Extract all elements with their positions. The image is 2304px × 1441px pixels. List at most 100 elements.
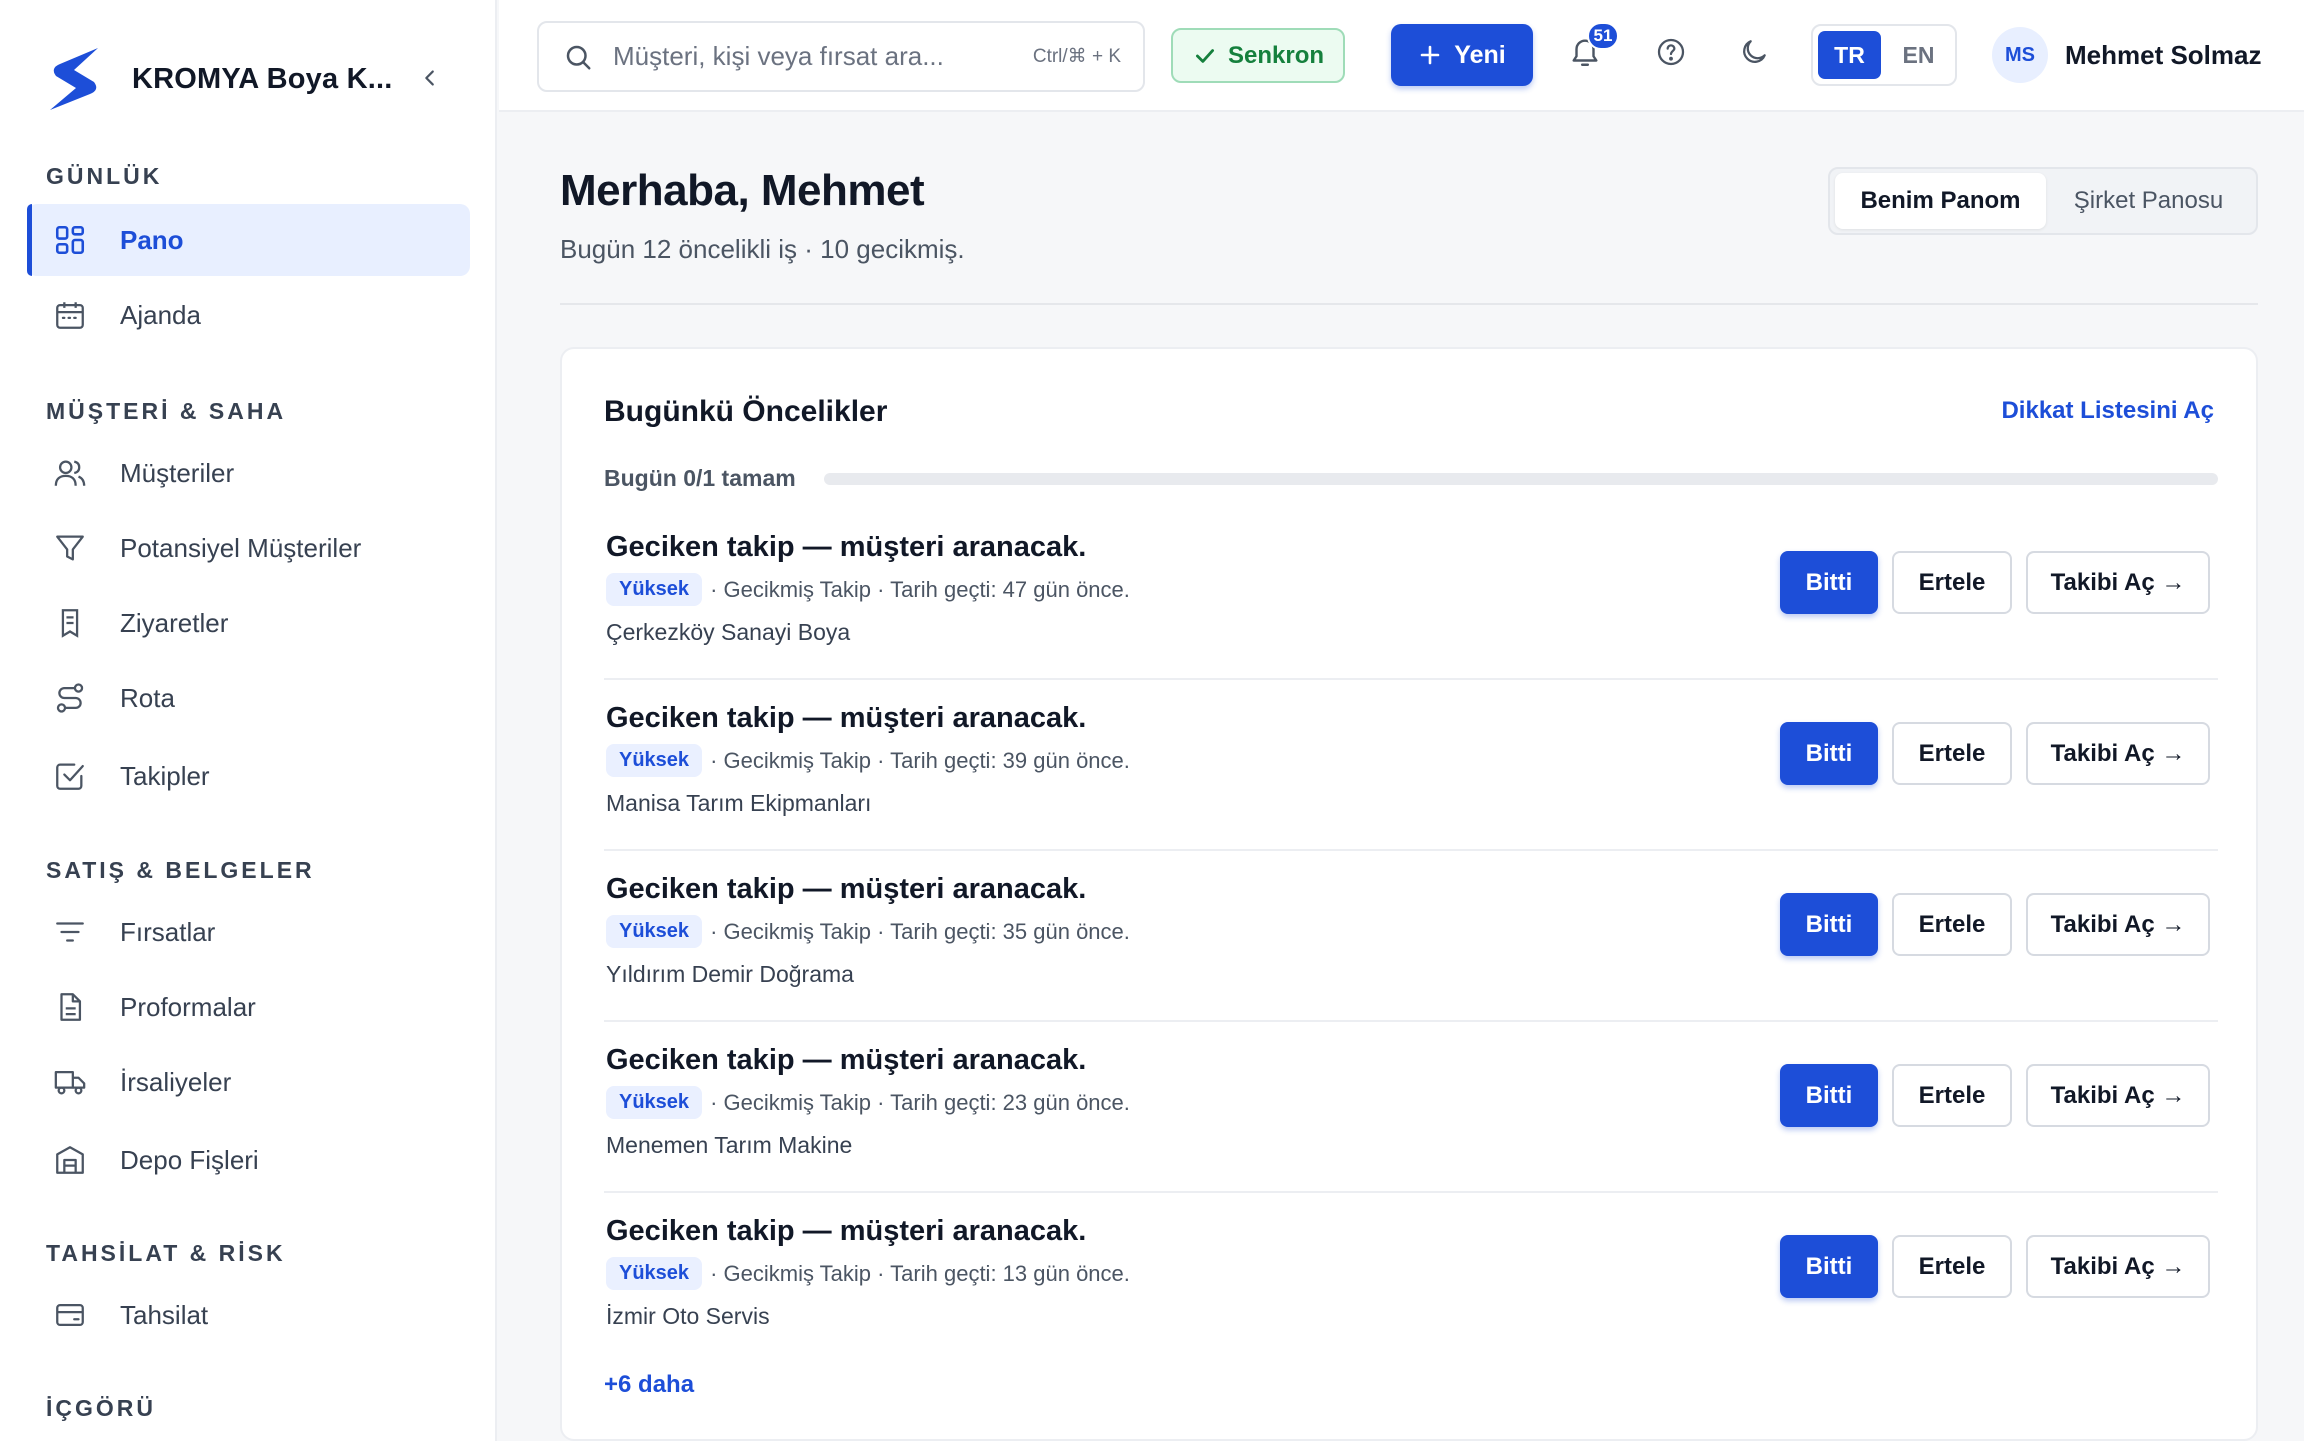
sidebar-item-label: İrsaliyeler xyxy=(120,1066,232,1097)
task-row: Geciken takip — müşteri aranacak. Yüksek… xyxy=(604,851,2218,1022)
search-shortcut: Ctrl/⌘ + K xyxy=(1032,46,1121,67)
sidebar-item-depo-fisleri[interactable]: Depo Fişleri xyxy=(27,1124,470,1196)
task-row: Geciken takip — müşteri aranacak. Yüksek… xyxy=(604,1193,2218,1364)
done-button[interactable]: Bitti xyxy=(1780,1064,1878,1127)
sidebar-item-tahsilat[interactable]: Tahsilat xyxy=(27,1279,470,1351)
task-company: Yıldırım Demir Doğrama xyxy=(606,961,854,987)
task-company: Çerkezköy Sanayi Boya xyxy=(606,619,851,645)
bookmark-icon xyxy=(52,605,88,641)
board-switch: Benim Panom Şirket Panosu xyxy=(1828,167,2258,235)
section-title-collections: TAHSİLAT & RİSK xyxy=(46,1240,286,1266)
snooze-button[interactable]: Ertele xyxy=(1892,722,2012,785)
page-title: Merhaba, Mehmet xyxy=(560,166,925,215)
sidebar-item-label: Potansiyel Müşteriler xyxy=(120,532,362,563)
lang-tr-button[interactable]: TR xyxy=(1818,31,1881,79)
section-title-insight: İÇGÖRÜ xyxy=(46,1395,156,1421)
task-meta: Yüksek · Gecikmiş Takip · Tarih geçti: 3… xyxy=(606,915,1130,948)
collapse-sidebar-button[interactable] xyxy=(412,60,448,96)
sidebar-item-ziyaretler[interactable]: Ziyaretler xyxy=(27,587,470,659)
task-company: Menemen Tarım Makine xyxy=(606,1132,853,1158)
sidebar-item-ajanda[interactable]: Ajanda xyxy=(27,279,470,351)
snooze-button[interactable]: Ertele xyxy=(1892,1235,2012,1298)
sidebar-item-label: Takipler xyxy=(120,760,210,791)
task-title: Geciken takip — müşteri aranacak. xyxy=(606,1044,1087,1076)
priority-badge: Yüksek xyxy=(606,744,703,777)
sidebar: KROMYA Boya K... GÜNLÜK Pano Ajanda MÜŞT… xyxy=(0,0,497,1441)
done-button[interactable]: Bitti xyxy=(1780,722,1878,785)
section-title-daily: GÜNLÜK xyxy=(46,163,163,189)
done-button[interactable]: Bitti xyxy=(1780,1235,1878,1298)
show-more-link[interactable]: +6 daha xyxy=(604,1371,694,1399)
open-attention-list-link[interactable]: Dikkat Listesini Aç xyxy=(2001,397,2214,425)
calendar-icon xyxy=(52,297,88,333)
task-meta-text: · Gecikmiş Takip · Tarih geçti: 35 gün ö… xyxy=(710,918,1130,944)
open-followup-button[interactable]: Takibi Aç → xyxy=(2026,722,2210,785)
users-icon xyxy=(52,455,88,491)
sidebar-item-pano[interactable]: Pano xyxy=(27,204,470,276)
filter-icon xyxy=(52,530,88,566)
sidebar-item-label: Tahsilat xyxy=(120,1299,209,1330)
snooze-button[interactable]: Ertele xyxy=(1892,893,2012,956)
sidebar-item-label: Fırsatlar xyxy=(120,916,216,947)
section-title-sales: SATIŞ & BELGELER xyxy=(46,857,315,883)
snooze-button[interactable]: Ertele xyxy=(1892,1064,2012,1127)
open-followup-button[interactable]: Takibi Aç → xyxy=(2026,1235,2210,1298)
task-title: Geciken takip — müşteri aranacak. xyxy=(606,531,1087,563)
sidebar-item-irsaliyeler[interactable]: İrsaliyeler xyxy=(27,1046,470,1118)
check-icon xyxy=(1195,48,1214,63)
sidebar-item-potansiyel-musteriler[interactable]: Potansiyel Müşteriler xyxy=(27,512,470,584)
divider xyxy=(560,303,2258,305)
task-row: Geciken takip — müşteri aranacak. Yüksek… xyxy=(604,680,2218,851)
task-title: Geciken takip — müşteri aranacak. xyxy=(606,1215,1087,1247)
priority-badge: Yüksek xyxy=(606,1257,703,1290)
list-filter-icon xyxy=(52,914,88,950)
search-box[interactable]: Ctrl/⌘ + K xyxy=(537,21,1145,92)
priority-badge: Yüksek xyxy=(606,1086,703,1119)
notifications-button[interactable]: 51 xyxy=(1563,22,1619,74)
grid-icon xyxy=(52,222,88,258)
truck-icon xyxy=(52,1064,88,1100)
task-company: Manisa Tarım Ekipmanları xyxy=(606,790,872,816)
new-button[interactable]: Yeni xyxy=(1391,24,1533,86)
open-followup-button[interactable]: Takibi Aç → xyxy=(2026,551,2210,614)
task-row: Geciken takip — müşteri aranacak. Yüksek… xyxy=(604,1022,2218,1193)
document-icon xyxy=(52,989,88,1025)
snooze-button[interactable]: Ertele xyxy=(1892,551,2012,614)
tab-company-board[interactable]: Şirket Panosu xyxy=(2046,173,2251,229)
tab-my-board[interactable]: Benim Panom xyxy=(1835,173,2046,229)
sidebar-item-musteriler[interactable]: Müşteriler xyxy=(27,437,470,509)
new-label: Yeni xyxy=(1454,40,1506,69)
checkbox-icon xyxy=(52,758,88,794)
user-name[interactable]: Mehmet Solmaz xyxy=(2065,40,2262,71)
progress-label: Bugün 0/1 tamam xyxy=(604,465,796,491)
sidebar-item-label: Proformalar xyxy=(120,991,256,1022)
done-button[interactable]: Bitti xyxy=(1780,551,1878,614)
help-circle-icon xyxy=(1657,38,1685,66)
sync-status-badge[interactable]: Senkron xyxy=(1171,28,1345,83)
task-title: Geciken takip — müşteri aranacak. xyxy=(606,873,1087,905)
open-followup-button[interactable]: Takibi Aç → xyxy=(2026,893,2210,956)
avatar[interactable]: MS xyxy=(1992,27,2048,83)
language-switch: TR EN xyxy=(1811,24,1957,86)
task-meta-text: · Gecikmiş Takip · Tarih geçti: 39 gün ö… xyxy=(710,747,1130,773)
sidebar-item-proformalar[interactable]: Proformalar xyxy=(27,971,470,1043)
task-row: Geciken takip — müşteri aranacak. Yüksek… xyxy=(604,509,2218,680)
task-meta: Yüksek · Gecikmiş Takip · Tarih geçti: 2… xyxy=(606,1086,1130,1119)
sidebar-item-firsatlar[interactable]: Fırsatlar xyxy=(27,896,470,968)
search-input[interactable] xyxy=(613,41,1013,72)
notification-count-badge: 51 xyxy=(1587,22,1619,50)
theme-toggle-button[interactable] xyxy=(1732,30,1776,74)
warehouse-icon xyxy=(52,1142,88,1178)
section-title-customers: MÜŞTERİ & SAHA xyxy=(46,398,287,424)
help-button[interactable] xyxy=(1649,30,1693,74)
open-followup-button[interactable]: Takibi Aç → xyxy=(2026,1064,2210,1127)
plus-icon xyxy=(1420,45,1440,65)
done-button[interactable]: Bitti xyxy=(1780,893,1878,956)
sidebar-item-takipler[interactable]: Takipler xyxy=(27,740,470,812)
lang-en-button[interactable]: EN xyxy=(1887,31,1950,79)
sidebar-item-rota[interactable]: Rota xyxy=(27,662,470,734)
task-meta-text: · Gecikmiş Takip · Tarih geçti: 47 gün ö… xyxy=(710,576,1130,602)
brand-name: KROMYA Boya K... xyxy=(132,62,393,95)
page-subtitle: Bugün 12 öncelikli iş · 10 gecikmiş. xyxy=(560,234,965,264)
brand[interactable]: KROMYA Boya K... xyxy=(46,44,393,114)
